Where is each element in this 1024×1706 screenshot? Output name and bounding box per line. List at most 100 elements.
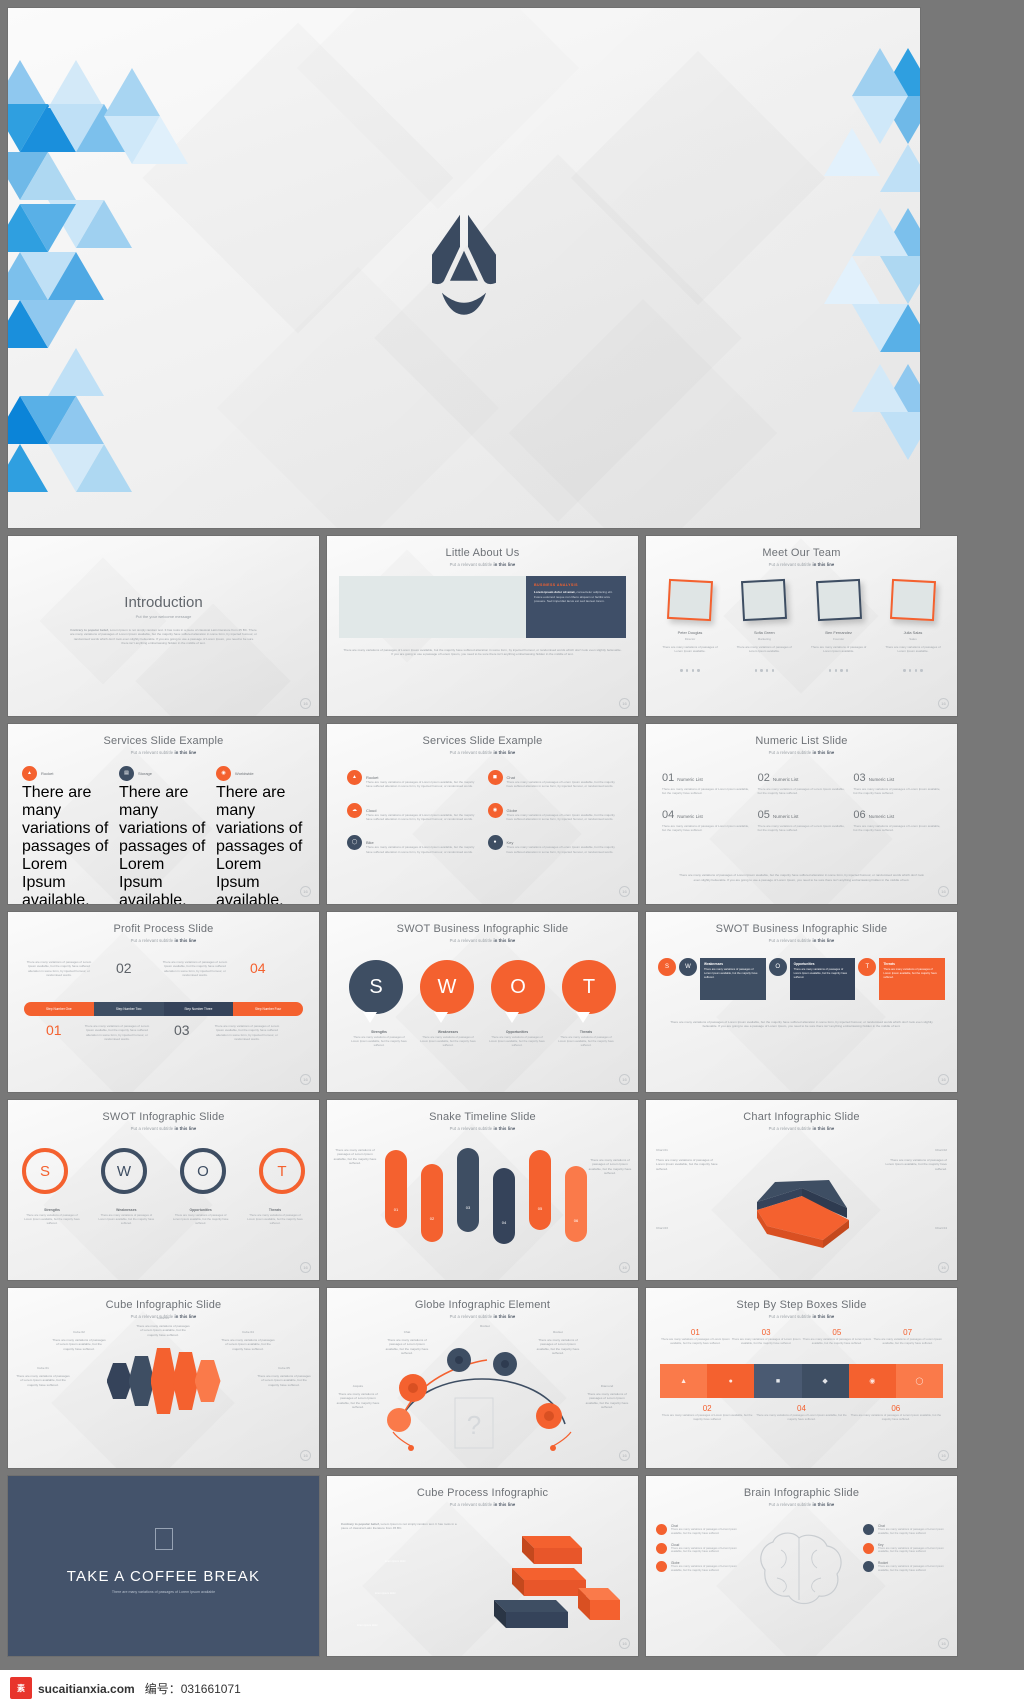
thumb-services-slide-1[interactable]: Services Slide Example Put a relevant su… <box>8 724 319 904</box>
social-dots[interactable] <box>883 659 943 677</box>
team-member[interactable]: Ben Fernandez Founder There are many var… <box>809 578 869 677</box>
timeline-step[interactable]: 04 <box>493 1168 515 1244</box>
card-title: BUSINESS ANALYSIS <box>534 583 578 587</box>
item-label: Numeric List <box>868 777 895 782</box>
brain-item[interactable]: Rocket There are many variations of passa… <box>863 1561 947 1573</box>
timeline-step[interactable]: 06 <box>565 1166 587 1242</box>
swot-label-block: Opportunities There are many variations o… <box>171 1208 231 1226</box>
swot-ring-t[interactable]: T <box>259 1148 305 1194</box>
service-item[interactable]: ◼ Chat There are many variations of pass… <box>487 770 619 789</box>
step-cell[interactable]: ◯ <box>895 1364 944 1398</box>
brain-item[interactable]: Globe There are many variations of passag… <box>656 1561 740 1573</box>
swot-letter-s[interactable]: S <box>349 960 403 1023</box>
service-text: There are many variations of passages of… <box>366 780 475 789</box>
swot-letter-o[interactable]: O <box>491 960 545 1023</box>
social-dots[interactable] <box>809 659 869 677</box>
service-item[interactable]: ▲ Rocket There are many variations of pa… <box>22 766 111 904</box>
globe-text: There are many variations of passages of… <box>536 1338 580 1356</box>
thumb-step-by-step-boxes-slide[interactable]: Step By Step Boxes Slide Put a relevant … <box>646 1288 957 1468</box>
service-item[interactable]: ◯ Bike There are many variations of pass… <box>347 835 478 854</box>
thumb-snake-timeline-slide[interactable]: Snake Timeline Slide Put a relevant subt… <box>327 1100 638 1280</box>
service-item[interactable]: ◉ Globe There are many variations of pas… <box>487 802 619 822</box>
brain-text: There are many variations of passages of… <box>878 1565 944 1572</box>
thumb-little-about-us[interactable]: Little About Us Put a relevant subtitle … <box>327 536 638 716</box>
process-step[interactable]: Step Number Three <box>163 1002 234 1016</box>
numeric-item[interactable]: 02 Numeric List There are many variations … <box>758 768 846 796</box>
team-member[interactable]: Julia Salas Sales There are many variati… <box>883 578 943 677</box>
process-step[interactable]: Step Number Two <box>93 1002 164 1016</box>
avatar <box>815 578 862 622</box>
swot-ring-w[interactable]: W <box>101 1148 147 1194</box>
swot-letter-t[interactable]: T <box>562 960 616 1023</box>
team-member[interactable]: Sofia Green Marketing There are many var… <box>734 578 794 677</box>
thumb-cube-process-infographic[interactable]: Cube Process Infographic Put a relevant … <box>327 1476 638 1656</box>
step-cell[interactable]: ● <box>707 1364 755 1398</box>
hexagon[interactable] <box>194 1360 221 1402</box>
step-cell[interactable]: ▲ <box>660 1364 708 1398</box>
snake-timeline: 01 02 03 04 05 06 There are many variati… <box>334 1142 631 1252</box>
thumb-numeric-list-slide[interactable]: Numeric List Slide Put a relevant subtit… <box>646 724 957 904</box>
hero-slide[interactable] <box>8 8 920 528</box>
cube-block-label: lorem ipsum dolor <box>375 1592 396 1595</box>
service-item[interactable]: ◉ Worldwide There are many variations of… <box>216 766 305 904</box>
swot-box-weaknesses[interactable]: Weaknesses There are many variations of … <box>700 958 766 1000</box>
page-title: Snake Timeline Slide <box>429 1111 536 1123</box>
timeline-step[interactable]: 03 <box>457 1148 479 1232</box>
thumb-cube-infographic-slide[interactable]: Cube Infographic Slide Put a relevant su… <box>8 1288 319 1468</box>
thumb-swot-infographic-slide[interactable]: SWOT Infographic Slide Put a relevant su… <box>8 1100 319 1280</box>
thumb-take-a-coffee-break[interactable]: TAKE A COFFEE BREAK There are many varia… <box>8 1476 319 1656</box>
thumb-swot-business-blobs[interactable]: SWOT Business Infographic Slide Put a re… <box>327 912 638 1092</box>
swot-box-threats[interactable]: Threats There are many variations of pas… <box>879 958 946 1000</box>
cube-label: Cube 01 <box>37 1366 49 1370</box>
swot-text: There are many variations of passages of… <box>489 1035 545 1047</box>
process-step[interactable]: Step Number One <box>24 1002 94 1016</box>
service-item[interactable]: ● Key There are many variations of passa… <box>487 835 619 854</box>
thumb-services-slide-2[interactable]: Services Slide Example Put a relevant su… <box>327 724 638 904</box>
numeric-item[interactable]: 03 Numeric List There are many variations … <box>853 768 941 796</box>
swot-letter-w[interactable]: W <box>420 960 474 1023</box>
cube-label: Cube 05 <box>278 1366 290 1370</box>
team-member[interactable]: Peter Douglas Director There are many va… <box>660 578 720 677</box>
numeric-item[interactable]: 01 Numeric List There are many variations … <box>662 768 750 796</box>
swot-letter-o[interactable]: O <box>768 958 787 976</box>
step-cell[interactable]: ◆ <box>801 1364 849 1398</box>
swot-ring-s[interactable]: S <box>22 1148 68 1194</box>
social-dots[interactable] <box>660 659 720 677</box>
brain-item[interactable]: Chat There are many variations of passage… <box>656 1524 740 1536</box>
thumb-globe-infographic-element[interactable]: Globe Infographic Element Put a relevant… <box>327 1288 638 1468</box>
timeline-step[interactable]: 02 <box>421 1164 443 1242</box>
swot-letter-s[interactable]: S <box>658 958 676 976</box>
thumb-meet-our-team[interactable]: Meet Our Team Put a relevant subtitle in… <box>646 536 957 716</box>
social-dots[interactable] <box>734 659 794 677</box>
brain-item[interactable]: Cloud There are many variations of passag… <box>656 1542 740 1555</box>
brain-item[interactable]: Chat There are many variations of passage… <box>863 1524 947 1536</box>
thumb-profit-process-slide[interactable]: Profit Process Slide Put a relevant subt… <box>8 912 319 1092</box>
swot-box-opportunities[interactable]: Opportunities There are many variations … <box>789 958 856 1000</box>
process-step[interactable]: Step Number Four <box>233 1002 303 1016</box>
swot-letter-t[interactable]: T <box>858 958 877 976</box>
numeric-item[interactable]: 04 Numeric List There are many variations … <box>662 805 750 833</box>
brain-item[interactable]: Key There are many variations of passages… <box>863 1542 947 1555</box>
timeline-step[interactable]: 05 <box>529 1150 551 1230</box>
service-item[interactable]: ▲ Rocket There are many variations of pa… <box>347 770 478 789</box>
service-item[interactable]: ▤ Storage There are many variations of p… <box>119 766 208 904</box>
service-item[interactable]: ☁ Cloud There are many variations of pas… <box>347 802 478 822</box>
thumb-swot-business-bars[interactable]: SWOT Business Infographic Slide Put a re… <box>646 912 957 1092</box>
swot-letter-w[interactable]: W <box>679 958 697 976</box>
service-label: Cloud <box>366 807 377 813</box>
numeric-item[interactable]: 05 Numeric List There are many variations … <box>758 805 846 833</box>
thumb-introduction[interactable]: Introduction Put the your welcome messag… <box>8 536 319 716</box>
swot-ring-o[interactable]: O <box>180 1148 226 1194</box>
chart-label: Chart 04 <box>935 1226 947 1230</box>
coffee-cup-icon <box>154 1528 173 1550</box>
page-title: Little About Us <box>445 547 520 559</box>
brand-logo-icon <box>432 214 496 315</box>
timeline-step[interactable]: 01 <box>385 1150 407 1228</box>
step-cell[interactable]: ■ <box>754 1364 802 1398</box>
member-role: Founder <box>833 637 845 641</box>
numeric-item[interactable]: 06 Numeric List There are many variations … <box>853 805 941 833</box>
step-text: There are many variations of passages of… <box>661 1337 730 1345</box>
thumb-brain-infographic-slide[interactable]: Brain Infographic Slide Put a relevant s… <box>646 1476 957 1656</box>
step-cell[interactable]: ◉ <box>848 1364 896 1398</box>
thumb-chart-infographic-slide[interactable]: Chart Infographic Slide Put a relevant s… <box>646 1100 957 1280</box>
